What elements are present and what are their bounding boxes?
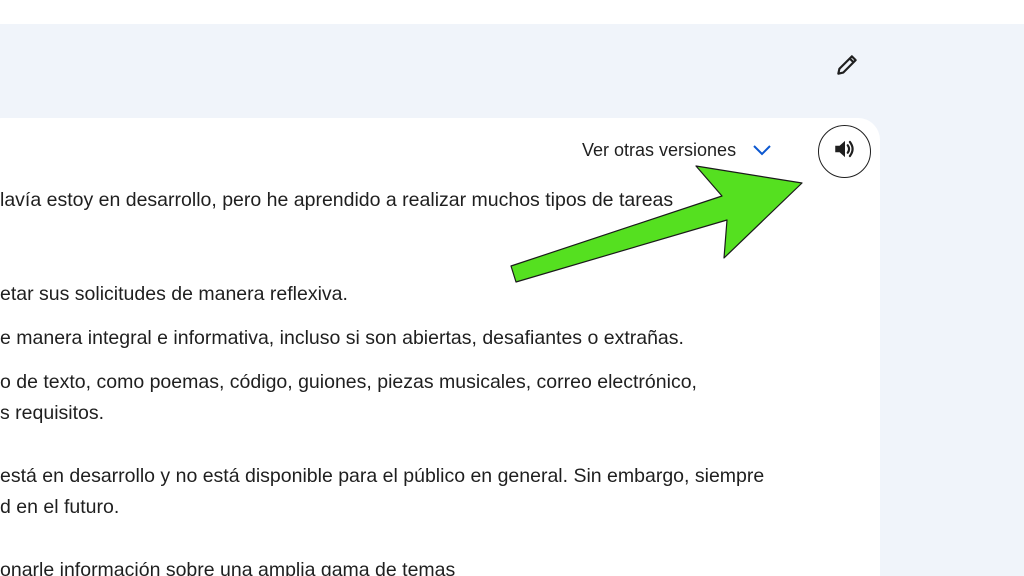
response-text-line: está en desarrollo y no está disponible … [0,465,765,487]
chevron-down-icon [752,144,772,156]
response-text-line: lavía estoy en desarrollo, pero he apren… [0,189,674,211]
pencil-icon [834,52,860,83]
response-text-line: e manera integral e informativa, incluso… [0,327,684,349]
response-text-line: o de texto, como poemas, código, guiones… [0,371,697,393]
other-versions-toggle[interactable]: Ver otras versiones [582,138,772,162]
speaker-icon [832,136,858,167]
top-strip [0,0,1024,24]
response-text-line: onarle información sobre una amplia gama… [0,559,456,576]
listen-button[interactable] [818,125,871,178]
response-text-line: s requisitos. [0,402,105,424]
edit-button[interactable] [828,48,866,86]
other-versions-label: Ver otras versiones [582,139,737,160]
response-text-line: etar sus solicitudes de manera reflexiva… [0,283,348,305]
response-text-line: d en el futuro. [0,496,120,518]
